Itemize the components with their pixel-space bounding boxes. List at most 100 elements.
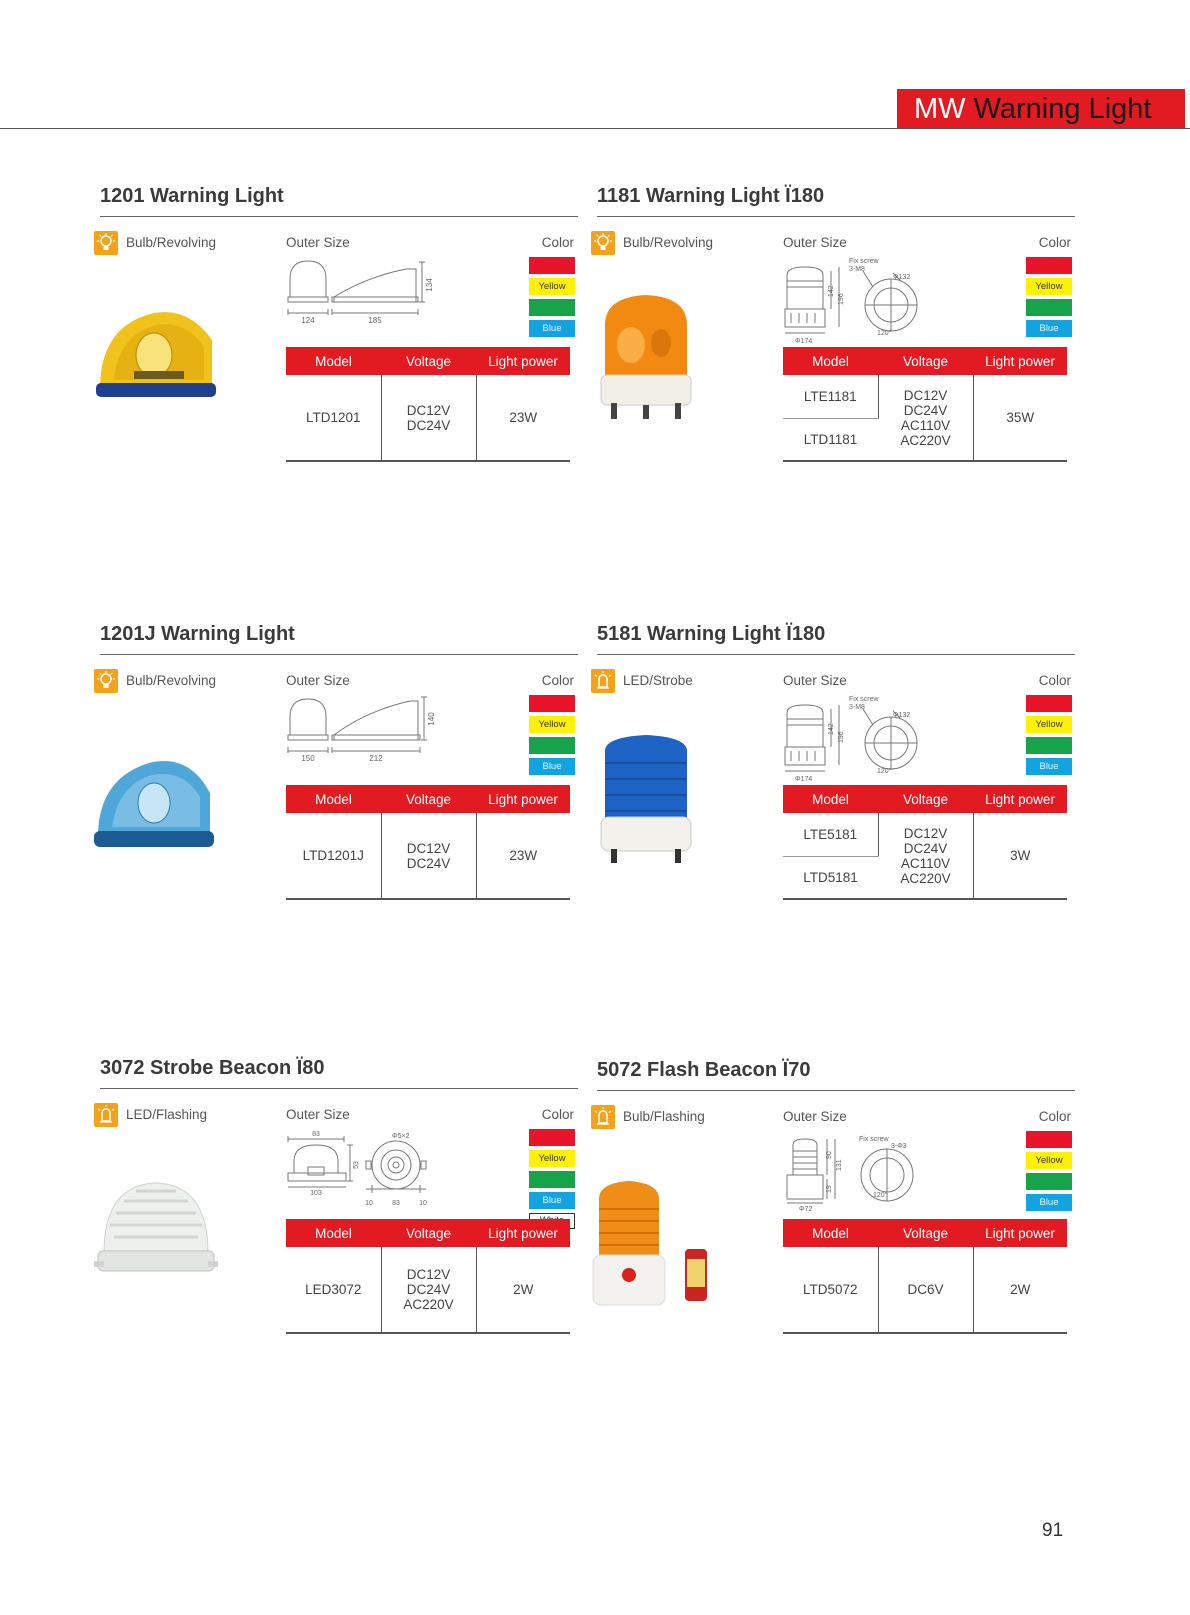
dim-base: 103 [310, 1190, 322, 1197]
col-header-model: Model [286, 785, 381, 813]
model-cell: LTE1181 [783, 375, 879, 419]
dim-base: Φ174 [795, 338, 812, 345]
voltage-value: DC12V [903, 387, 948, 403]
model-cell: LED3072 [286, 1247, 382, 1334]
product-section-3072: 3072 Strobe Beacon Ï80 LED/Flashing Oute… [94, 1057, 578, 1357]
voltage-cell: DC12V DC24V [381, 813, 477, 900]
dim-screw-size: 3-Φ3 [891, 1143, 907, 1150]
color-swatch-blue: Blue [529, 1192, 575, 1209]
dim-bolt-circle: Φ132 [893, 712, 910, 719]
voltage-cell: DC12V DC24V AC110V AC220V [878, 375, 974, 462]
section-divider [597, 216, 1075, 217]
spec-table: Model Voltage Light power LTE1181 DC12V D… [783, 347, 1067, 462]
col-header-voltage: Voltage [878, 1219, 973, 1247]
color-swatch-red: Red [1026, 1131, 1072, 1148]
spec-table: Model Voltage Light power LTD1201 DC12V D… [286, 347, 570, 462]
power-cell: 2W [973, 1247, 1067, 1334]
section-divider [100, 1088, 578, 1089]
power-cell: 3W [973, 813, 1067, 900]
voltage-value: DC24V [406, 1282, 451, 1297]
color-swatch-green: Green [529, 1171, 575, 1188]
dim-height-1: 142 [828, 723, 835, 735]
bulb-icon [94, 231, 118, 255]
col-header-voltage: Voltage [878, 347, 973, 375]
voltage-value: DC24V [406, 417, 451, 433]
power-cell: 35W [973, 375, 1067, 462]
header-divider [0, 128, 1190, 129]
col-header-light-power: Light power [973, 347, 1067, 375]
power-cell: 2W [476, 1247, 570, 1334]
color-swatch-yellow: Yellow [1026, 1152, 1072, 1169]
color-swatch-red: Red [1026, 257, 1072, 274]
dim-fix-screw: Fix screw [859, 1136, 890, 1143]
section-divider [597, 654, 1075, 655]
product-section-1181: 1181 Warning Light Ï180 Bulb/Revolving O… [591, 185, 1075, 485]
model-cell: LTE5181 [783, 813, 879, 857]
voltage-value: AC110V [900, 417, 951, 433]
col-header-voltage: Voltage [381, 785, 476, 813]
voltage-value: DC24V [903, 840, 948, 856]
voltage-value: AC220V [900, 432, 951, 448]
outer-size-label: Outer Size [783, 673, 847, 688]
dim-spacing-mid: 83 [392, 1200, 400, 1207]
led-icon [94, 1103, 118, 1127]
dim-width-a: 150 [301, 754, 315, 763]
product-section-5072: 5072 Flash Beacon Ï70 Bulb/Flashing Oute… [591, 1059, 1075, 1359]
dim-height-2: 131 [836, 1159, 843, 1171]
light-type-label: Bulb/Revolving [623, 235, 714, 250]
col-header-model: Model [783, 347, 878, 375]
dim-hole: Φ5×2 [392, 1133, 410, 1140]
color-swatch-red: Red [1026, 695, 1072, 712]
product-photo-orange-revolving-beacon [591, 285, 731, 435]
outer-size-label: Outer Size [783, 235, 847, 250]
section-divider [100, 654, 578, 655]
color-label: Color [541, 1107, 574, 1122]
product-title: 5181 Warning Light Ï180 [597, 623, 826, 645]
color-swatch-blue: Blue [1026, 320, 1072, 337]
dim-base: Φ72 [799, 1206, 812, 1213]
color-label: Color [541, 673, 574, 688]
dim-height-3: 19 [826, 1185, 833, 1193]
product-photo-white-strobe-beacon [94, 1157, 234, 1307]
color-swatch-yellow: Yellow [529, 716, 575, 733]
outer-size-drawing: Fix screw 3-M8 Φ132 142 196 120° Φ174 [783, 257, 998, 345]
light-type-label: LED/Strobe [623, 673, 693, 688]
dim-height: 134 [425, 278, 434, 292]
color-label: Color [1038, 235, 1071, 250]
voltage-value: DC12V [406, 1267, 451, 1282]
spec-table: Model Voltage Light power LTE5181 DC12V D… [783, 785, 1067, 900]
color-swatch-green: Green [529, 737, 575, 754]
color-swatch-yellow: Yellow [529, 278, 575, 295]
light-type-label: LED/Flashing [126, 1107, 208, 1122]
color-swatch-blue: Blue [529, 758, 575, 775]
section-divider [100, 216, 578, 217]
color-swatches: Red Yellow Green Blue [1026, 257, 1072, 341]
color-swatch-yellow: Yellow [529, 1150, 575, 1167]
product-photo-orange-flash-beacon [591, 1159, 731, 1309]
page-title-text: Warning Light [973, 93, 1152, 125]
outer-size-label: Outer Size [783, 1109, 847, 1124]
dim-angle: 120° [873, 1191, 888, 1199]
color-swatch-green: Green [529, 299, 575, 316]
col-header-model: Model [783, 785, 878, 813]
page-title: MW Warning Light [914, 91, 1151, 127]
color-swatches: Red Yellow Green Blue White [529, 1129, 575, 1233]
outer-size-drawing: Fix screw 3-M8 Φ132 142 196 120° Φ174 [783, 695, 998, 783]
dim-height-1: 90 [826, 1151, 833, 1159]
color-swatch-yellow: Yellow [1026, 278, 1072, 295]
outer-size-label: Outer Size [286, 235, 350, 250]
dim-width-a: 124 [301, 316, 315, 325]
voltage-value: DC24V [406, 855, 451, 871]
dim-width-b: 212 [369, 754, 383, 763]
voltage-value: AC110V [900, 855, 951, 871]
product-photo-blue-revolving-dome [94, 723, 234, 873]
voltage-value: AC220V [900, 870, 951, 886]
bulb-icon [591, 231, 615, 255]
color-swatch-blue: Blue [529, 320, 575, 337]
spec-table: Model Voltage Light power LTD5072 DC6V 2… [783, 1219, 1067, 1334]
dim-screw-size: 3-M8 [849, 704, 865, 711]
bulb-icon [94, 669, 118, 693]
dim-height: 140 [427, 712, 436, 726]
voltage-cell: DC6V [878, 1247, 974, 1334]
color-swatch-yellow: Yellow [1026, 716, 1072, 733]
